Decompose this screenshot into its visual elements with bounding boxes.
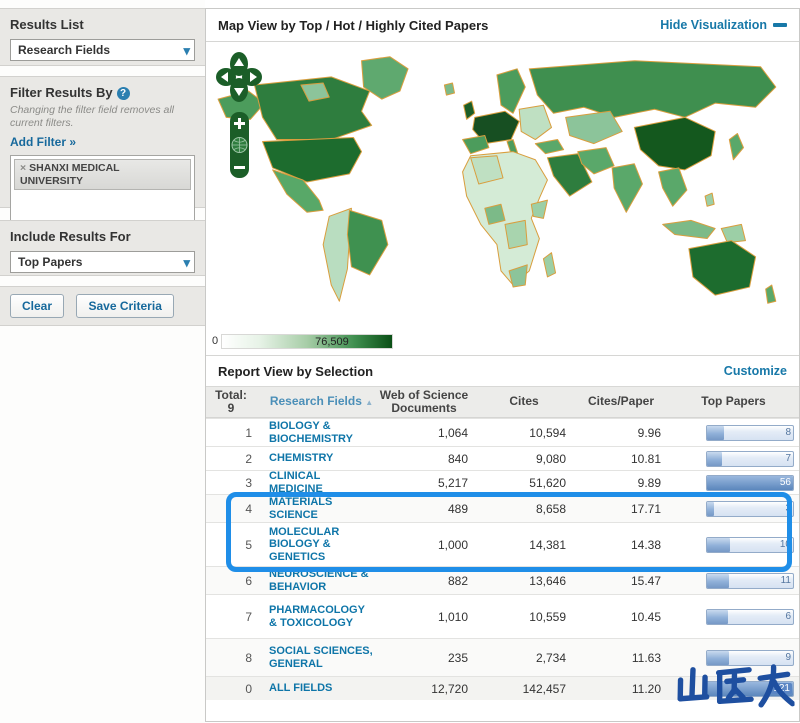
map-controls[interactable]	[216, 50, 266, 200]
include-results-section: Include Results For Top Papers ▾	[0, 220, 205, 276]
map-legend: 0 76,509	[206, 327, 799, 355]
filter-heading: Filter Results By?	[10, 85, 195, 100]
active-filters-box: ×SHANXI MEDICAL UNIVERSITY	[10, 155, 195, 221]
filter-tag-label: SHANXI MEDICAL UNIVERSITY	[20, 162, 119, 187]
chevron-down-icon: ▾	[183, 256, 190, 269]
column-header-documents[interactable]: Web of Science Documents	[374, 389, 474, 415]
column-header-cites[interactable]: Cites	[474, 395, 574, 408]
top-papers-bar: 8	[706, 425, 794, 441]
sidebar: Results List Research Fields ▾ Filter Re…	[0, 0, 205, 723]
report-view-title: Report View by Selection	[218, 364, 373, 379]
field-link[interactable]: BIOLOGY & BIOCHEMISTRY	[256, 420, 374, 444]
column-header-research-fields[interactable]: Research Fields ▲	[256, 395, 374, 408]
legend-gradient-bar: 76,509	[221, 334, 393, 349]
add-filter-link[interactable]: Add Filter »	[10, 135, 76, 149]
sort-asc-icon: ▲	[365, 398, 373, 407]
results-list-section: Results List Research Fields ▾	[0, 8, 205, 66]
table-row-highlighted: 5 MOLECULAR BIOLOGY & GENETICS 1,000 14,…	[206, 522, 799, 566]
include-results-dropdown[interactable]: Top Papers ▾	[10, 251, 195, 273]
top-papers-bar: 7	[706, 451, 794, 467]
filter-tag[interactable]: ×SHANXI MEDICAL UNIVERSITY	[14, 159, 191, 190]
report-table: Total:9 Research Fields ▲ Web of Science…	[206, 386, 799, 700]
field-link[interactable]: ALL FIELDS	[256, 682, 374, 694]
table-row: 8 SOCIAL SCIENCES, GENERAL 235 2,734 11.…	[206, 638, 799, 676]
field-link[interactable]: NEUROSCIENCE & BEHAVIOR	[256, 568, 374, 592]
table-row: 2 CHEMISTRY 840 9,080 10.81 7	[206, 446, 799, 470]
page: Results List Research Fields ▾ Filter Re…	[0, 0, 800, 723]
column-header-top-papers[interactable]: Top Papers	[668, 395, 799, 408]
clear-button[interactable]: Clear	[10, 294, 64, 318]
column-header-cites-per-paper[interactable]: Cites/Paper	[574, 395, 668, 408]
world-map[interactable]	[210, 46, 796, 322]
field-link[interactable]: CLINICAL MEDICINE	[256, 470, 374, 494]
total-header: Total:9	[206, 389, 256, 415]
table-row-highlighted: 4 MATERIALS SCIENCE 489 8,658 17.71 3	[206, 494, 799, 522]
field-link[interactable]: CHEMISTRY	[256, 452, 374, 464]
save-criteria-button[interactable]: Save Criteria	[76, 294, 173, 318]
actions-section: Clear Save Criteria	[0, 286, 205, 326]
table-row: 1 BIOLOGY & BIOCHEMISTRY 1,064 10,594 9.…	[206, 418, 799, 446]
chevron-down-icon: ▾	[183, 44, 190, 57]
top-papers-bar: 9	[706, 650, 794, 666]
map-view-title: Map View by Top / Hot / Highly Cited Pap…	[218, 18, 488, 33]
minus-icon	[773, 23, 787, 27]
include-results-dropdown-value: Top Papers	[18, 255, 82, 269]
table-row: 6 NEUROSCIENCE & BEHAVIOR 882 13,646 15.…	[206, 566, 799, 594]
filter-help-text: Changing the filter field removes all cu…	[10, 104, 195, 130]
top-papers-bar: 10	[706, 537, 794, 553]
remove-filter-icon[interactable]: ×	[20, 162, 26, 174]
table-row-all-fields: 0 ALL FIELDS 12,720 142,457 11.20 121	[206, 676, 799, 700]
table-row: 7 PHARMACOLOGY & TOXICOLOGY 1,010 10,559…	[206, 594, 799, 638]
legend-max-label: 76,509	[315, 335, 349, 350]
field-link[interactable]: MATERIALS SCIENCE	[256, 496, 374, 520]
top-papers-bar: 3	[706, 501, 794, 517]
table-header-row: Total:9 Research Fields ▲ Web of Science…	[206, 386, 799, 418]
legend-min-label: 0	[212, 335, 218, 347]
top-papers-bar: 56	[706, 475, 794, 491]
top-papers-bar: 6	[706, 609, 794, 625]
table-row: 3 CLINICAL MEDICINE 5,217 51,620 9.89 56	[206, 470, 799, 494]
results-list-dropdown-value: Research Fields	[18, 43, 110, 57]
zoom-control	[230, 112, 249, 178]
top-papers-bar: 121	[706, 681, 794, 697]
include-results-heading: Include Results For	[10, 229, 195, 244]
hide-visualization-link[interactable]: Hide Visualization	[660, 18, 787, 32]
results-list-dropdown[interactable]: Research Fields ▾	[10, 39, 195, 61]
main-panel: Map View by Top / Hot / Highly Cited Pap…	[205, 8, 800, 722]
filter-section: Filter Results By? Changing the filter f…	[0, 76, 205, 208]
results-list-heading: Results List	[10, 17, 195, 32]
top-papers-bar: 11	[706, 573, 794, 589]
field-link[interactable]: PHARMACOLOGY & TOXICOLOGY	[256, 604, 374, 628]
map-view-header: Map View by Top / Hot / Highly Cited Pap…	[206, 9, 799, 42]
field-link[interactable]: SOCIAL SCIENCES, GENERAL	[256, 645, 374, 669]
customize-link[interactable]: Customize	[724, 364, 787, 378]
report-view-header: Report View by Selection Customize	[206, 355, 799, 386]
field-link[interactable]: MOLECULAR BIOLOGY & GENETICS	[256, 526, 374, 562]
help-icon[interactable]: ?	[117, 87, 130, 100]
pan-control	[216, 52, 262, 102]
map-area	[206, 42, 799, 327]
